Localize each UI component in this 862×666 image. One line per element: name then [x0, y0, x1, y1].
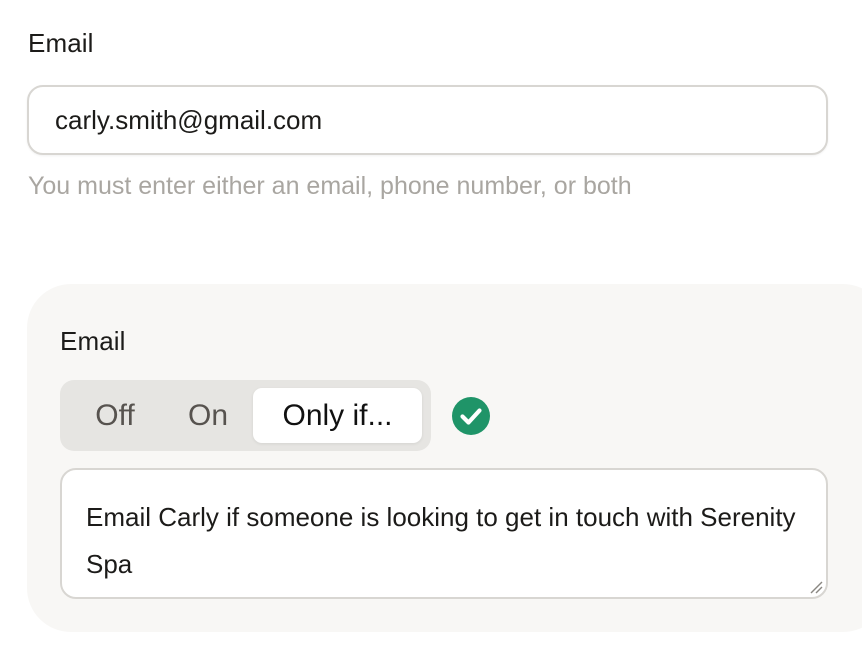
condition-textarea[interactable]: Email Carly if someone is looking to get… — [60, 468, 828, 599]
condition-text: Email Carly if someone is looking to get… — [86, 502, 796, 579]
email-notification-card: Email Off On Only if... Email Carly if s… — [27, 284, 862, 632]
email-label: Email — [28, 28, 94, 58]
check-circle-icon — [452, 397, 490, 435]
email-helper-text: You must enter either an email, phone nu… — [28, 172, 632, 200]
contact-settings-page: Email You must enter either an email, ph… — [0, 0, 862, 666]
email-mode-segmented-control: Off On Only if... — [60, 380, 431, 451]
option-off[interactable]: Off — [88, 380, 142, 451]
option-only-if[interactable]: Only if... — [253, 388, 422, 443]
email-notification-label: Email — [60, 326, 126, 356]
email-input[interactable] — [27, 85, 828, 155]
resize-handle-icon[interactable] — [809, 580, 823, 594]
option-on[interactable]: On — [186, 380, 230, 451]
